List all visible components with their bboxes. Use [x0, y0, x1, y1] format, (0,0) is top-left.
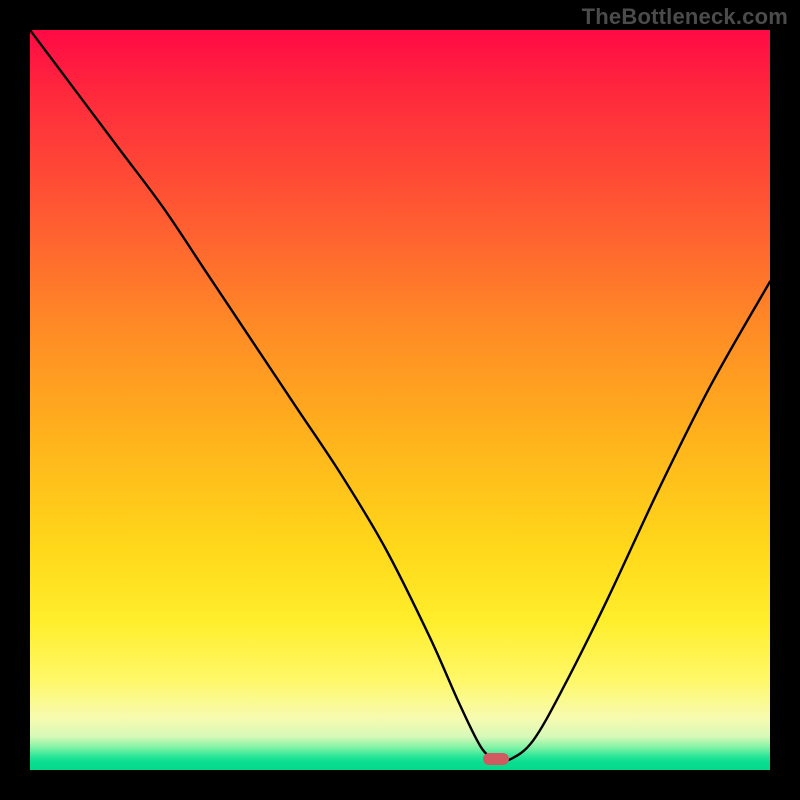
optimal-marker — [483, 753, 509, 765]
bottleneck-curve — [30, 30, 770, 761]
curve-svg — [30, 30, 770, 770]
plot-area — [30, 30, 770, 770]
chart-frame: TheBottleneck.com — [0, 0, 800, 800]
watermark-text: TheBottleneck.com — [582, 4, 788, 30]
